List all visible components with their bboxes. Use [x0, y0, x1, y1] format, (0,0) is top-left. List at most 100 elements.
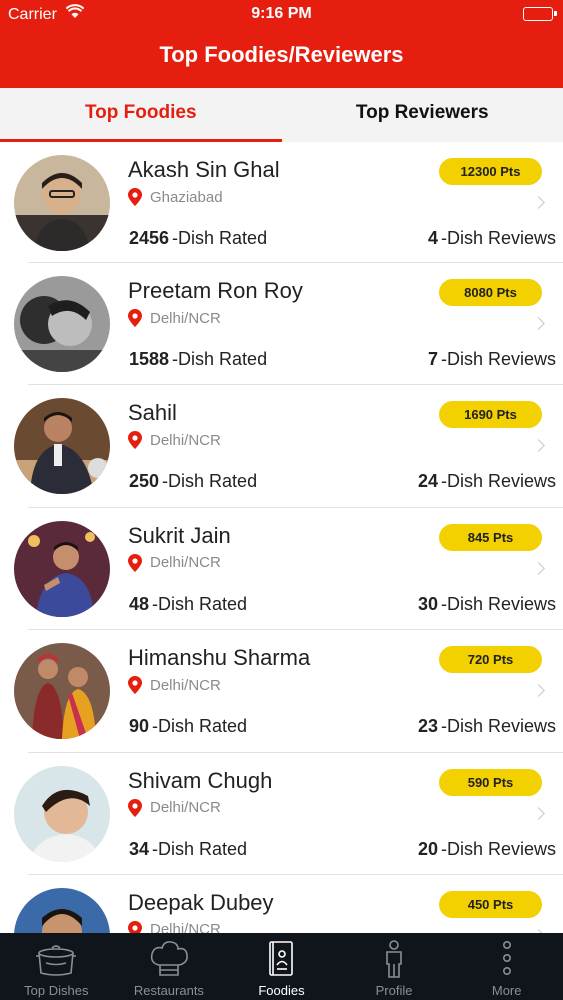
dish-rated-label: -Dish Rated — [152, 716, 248, 737]
location-label: Delhi/NCR — [150, 676, 221, 694]
points-badge: 720 Pts — [439, 646, 542, 674]
dish-reviews-stat: 7 -Dish Reviews — [428, 349, 556, 370]
tab-label: More — [491, 983, 522, 998]
foodie-location: Delhi/NCR — [128, 798, 221, 817]
foodie-location: Delhi/NCR — [128, 309, 221, 327]
dish-rated-count: 48 — [129, 593, 150, 614]
tab-label: Restaurants — [133, 983, 204, 998]
dish-rated-stat: 2456 -Dish Rated — [129, 228, 267, 249]
avatar — [14, 155, 110, 251]
tab-foodies[interactable]: Foodies — [225, 933, 338, 1000]
location-pin-icon — [128, 188, 142, 206]
bottom-tab-bar: Top Dishes Restaurants Foodies Profile M… — [0, 933, 563, 1000]
dish-rated-stat: 90 -Dish Rated — [129, 716, 247, 737]
avatar — [14, 643, 110, 740]
tab-label: Top Dishes — [24, 983, 89, 998]
location-label: Delhi/NCR — [150, 431, 221, 449]
foodie-name: Himanshu Sharma — [128, 645, 311, 671]
avatar — [14, 887, 110, 933]
location-pin-icon — [128, 920, 142, 933]
chevron-right-icon — [532, 806, 545, 820]
dish-rated-label: -Dish Rated — [172, 349, 268, 369]
list-item[interactable]: Shivam Chugh Delhi/NCR 590 Pts 34 -Dish R… — [14, 753, 563, 875]
dish-reviews-count: 23 — [417, 716, 438, 737]
avatar — [14, 520, 110, 617]
points-badge: 845 Pts — [439, 523, 542, 551]
tab-profile[interactable]: Profile — [338, 933, 451, 1000]
chevron-right-icon — [532, 684, 545, 698]
tab-top-reviewers[interactable]: Top Reviewers — [282, 88, 563, 142]
dish-reviews-stat: 20 -Dish Reviews — [418, 839, 556, 860]
location-pin-icon — [128, 798, 142, 817]
tab-label: Foodies — [258, 983, 305, 998]
points-badge: 12300 Pts — [439, 158, 542, 185]
points-badge: 450 Pts — [439, 890, 542, 918]
avatar — [14, 276, 110, 372]
location-pin-icon — [128, 553, 142, 572]
dish-rated-count: 250 — [129, 471, 160, 492]
dish-rated-stat: 250 -Dish Rated — [129, 471, 257, 492]
chevron-right-icon — [532, 196, 545, 209]
dish-reviews-label: -Dish Reviews — [440, 228, 556, 248]
location-pin-icon — [128, 431, 142, 450]
dish-reviews-label: -Dish Reviews — [440, 838, 556, 859]
location-label: Delhi/NCR — [150, 309, 221, 327]
location-label: Delhi/NCR — [150, 799, 221, 817]
dish-reviews-count: 20 — [417, 838, 438, 859]
dish-reviews-stat: 24 -Dish Reviews — [418, 471, 556, 492]
battery-icon — [523, 7, 557, 21]
dish-reviews-stat: 4 -Dish Reviews — [428, 228, 556, 249]
dish-reviews-count: 30 — [417, 593, 438, 614]
foodie-location: Delhi/NCR — [128, 676, 221, 695]
person-icon — [372, 939, 416, 979]
foodies-list: Akash Sin Ghal Ghaziabad 12300 Pts 2456-… — [0, 142, 563, 933]
points-badge: 8080 Pts — [439, 279, 542, 306]
list-item[interactable]: Sahil Delhi/NCR 1690 Pts 250 -Dish Rated … — [14, 385, 563, 508]
location-label: Delhi/NCR — [150, 554, 221, 572]
dish-reviews-stat: 30 -Dish Reviews — [418, 594, 556, 615]
dish-rated-count: 2456 — [129, 228, 170, 248]
dish-rated-stat: 48 -Dish Rated — [129, 594, 247, 615]
dish-rated-count: 1588 — [129, 349, 170, 369]
list-item[interactable]: Himanshu Sharma Delhi/NCR 720 Pts 90 -Dis… — [14, 630, 563, 753]
dish-rated-label: -Dish Rated — [152, 593, 248, 614]
dish-reviews-label: -Dish Reviews — [440, 593, 556, 614]
tab-restaurants[interactable]: Restaurants — [113, 933, 226, 1000]
dish-rated-count: 90 — [129, 716, 150, 737]
dish-reviews-count: 24 — [417, 471, 438, 492]
dish-rated-stat: 34 -Dish Rated — [129, 839, 247, 860]
dish-rated-label: -Dish Rated — [152, 838, 248, 859]
avatar — [14, 765, 110, 862]
dish-reviews-label: -Dish Reviews — [440, 716, 556, 737]
chevron-right-icon — [532, 317, 545, 330]
dish-reviews-count: 4 — [427, 228, 438, 248]
location-pin-icon — [128, 309, 142, 327]
points-badge: 1690 Pts — [439, 401, 542, 429]
app-header: Carrier 9:16 PM Top Foodies/Reviewers — [0, 0, 563, 88]
tab-more[interactable]: More — [450, 933, 563, 1000]
dish-rated-count: 34 — [129, 838, 150, 859]
list-item[interactable]: Preetam Ron Roy Delhi/NCR 8080 Pts 1588-… — [14, 263, 563, 386]
dish-rated-label: -Dish Rated — [172, 228, 268, 248]
foodie-location: Delhi/NCR — [128, 431, 221, 450]
list-item[interactable]: Sukrit Jain Delhi/NCR 845 Pts 48 -Dish Ra… — [14, 508, 563, 631]
dish-reviews-label: -Dish Reviews — [440, 471, 556, 492]
dish-reviews-label: -Dish Reviews — [440, 349, 556, 369]
list-item[interactable]: Deepak Dubey Delhi/NCR 450 Pts — [14, 875, 563, 933]
tab-top-dishes[interactable]: Top Dishes — [0, 933, 113, 1000]
status-bar: Carrier 9:16 PM — [0, 0, 563, 30]
foodie-name: Sukrit Jain — [128, 522, 231, 548]
more-dots-icon — [485, 939, 529, 979]
book-icon — [259, 939, 303, 979]
avatar — [14, 398, 110, 495]
pot-icon — [34, 939, 78, 979]
dish-rated-stat: 1588 -Dish Rated — [129, 349, 267, 370]
dish-reviews-count: 7 — [427, 349, 438, 369]
dish-reviews-stat: 23 -Dish Reviews — [418, 716, 556, 737]
list-item[interactable]: Akash Sin Ghal Ghaziabad 12300 Pts 2456-… — [14, 142, 563, 263]
chevron-right-icon — [532, 561, 545, 575]
points-badge: 590 Pts — [439, 768, 542, 796]
page-title: Top Foodies/Reviewers — [159, 42, 404, 67]
location-pin-icon — [128, 676, 142, 695]
tab-top-foodies[interactable]: Top Foodies — [0, 88, 282, 142]
